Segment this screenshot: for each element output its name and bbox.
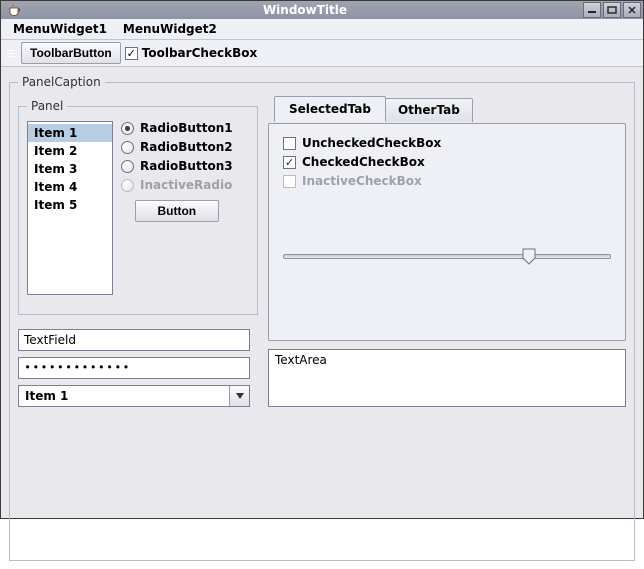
radio-button-2[interactable]: RadioButton2 — [121, 140, 233, 154]
combo-box[interactable]: Item 1 — [18, 385, 250, 407]
window-title: WindowTitle — [27, 3, 583, 17]
radio-dot-icon — [121, 141, 134, 154]
slider[interactable] — [283, 254, 611, 272]
chevron-down-icon[interactable] — [229, 386, 249, 406]
toolbar-grip-icon[interactable] — [7, 42, 15, 64]
title-bar[interactable]: WindowTitle — [1, 1, 643, 19]
checkmark-icon: ✓ — [125, 47, 138, 60]
toolbar: ToolbarButton ✓ ToolbarCheckBox — [1, 40, 643, 67]
toolbar-button[interactable]: ToolbarButton — [21, 42, 121, 64]
list-item[interactable]: Item 4 — [28, 178, 112, 196]
checkbox-unchecked[interactable]: UncheckedCheckBox — [283, 136, 611, 150]
list-box[interactable]: Item 1 Item 2 Item 3 Item 4 Item 5 — [27, 121, 113, 295]
menu-item-2[interactable]: MenuWidget2 — [115, 19, 225, 39]
radio-label: RadioButton2 — [140, 140, 233, 154]
panel-caption-legend: PanelCaption — [18, 75, 105, 89]
menu-bar: MenuWidget1 MenuWidget2 — [1, 19, 643, 40]
toolbar-checkbox[interactable]: ✓ ToolbarCheckBox — [125, 46, 258, 60]
maximize-button[interactable] — [603, 2, 621, 18]
content-area: PanelCaption Panel Item 1 Item 2 Item 3 … — [1, 67, 643, 569]
close-button[interactable] — [623, 2, 641, 18]
menu-item-1[interactable]: MenuWidget1 — [5, 19, 115, 39]
text-area-value: TextArea — [275, 353, 327, 367]
radio-label: RadioButton3 — [140, 159, 233, 173]
toolbar-checkbox-label: ToolbarCheckBox — [142, 46, 258, 60]
list-item[interactable]: Item 1 — [28, 124, 112, 142]
panel-caption-group: PanelCaption Panel Item 1 Item 2 Item 3 … — [9, 75, 635, 561]
radio-button-inactive: InactiveRadio — [121, 178, 233, 192]
inner-panel: Panel Item 1 Item 2 Item 3 Item 4 Item 5 — [18, 99, 258, 315]
radio-button-3[interactable]: RadioButton3 — [121, 159, 233, 173]
checkbox-label: InactiveCheckBox — [302, 174, 422, 188]
list-item[interactable]: Item 3 — [28, 160, 112, 178]
tab-pane: SelectedTab OtherTab UncheckedCheckBox ✓… — [268, 99, 626, 341]
checkbox-inactive: InactiveCheckBox — [283, 174, 611, 188]
text-field[interactable]: TextField — [18, 329, 250, 351]
radio-button-1[interactable]: RadioButton1 — [121, 121, 233, 135]
list-item[interactable]: Item 2 — [28, 142, 112, 160]
inner-panel-legend: Panel — [27, 99, 67, 113]
radio-dot-icon — [121, 160, 134, 173]
checkbox-label: CheckedCheckBox — [302, 155, 425, 169]
radio-dot-icon — [121, 122, 134, 135]
text-area[interactable]: TextArea — [268, 349, 626, 407]
tab-selected[interactable]: SelectedTab — [274, 96, 386, 122]
checkbox-checked[interactable]: ✓ CheckedCheckBox — [283, 155, 611, 169]
radio-dot-icon — [121, 179, 134, 192]
slider-track — [283, 254, 611, 259]
checkmark-icon: ✓ — [283, 156, 296, 169]
text-field-value: TextField — [24, 333, 76, 347]
combo-selected-value: Item 1 — [19, 387, 229, 405]
slider-thumb-icon[interactable] — [522, 248, 536, 265]
radio-label: RadioButton1 — [140, 121, 233, 135]
application-window: WindowTitle MenuWidget1 MenuWidget2 Tool… — [0, 0, 644, 519]
password-field[interactable]: ••••••••••••• — [18, 357, 250, 379]
checkbox-label: UncheckedCheckBox — [302, 136, 441, 150]
tab-other[interactable]: OtherTab — [385, 98, 473, 122]
password-field-value: ••••••••••••• — [24, 361, 131, 375]
radio-label: InactiveRadio — [140, 178, 232, 192]
checkbox-box-icon — [283, 137, 296, 150]
java-cup-icon — [5, 1, 23, 19]
minimize-button[interactable] — [583, 2, 601, 18]
checkbox-box-icon — [283, 175, 296, 188]
list-item[interactable]: Item 5 — [28, 196, 112, 214]
panel-button[interactable]: Button — [135, 200, 219, 222]
